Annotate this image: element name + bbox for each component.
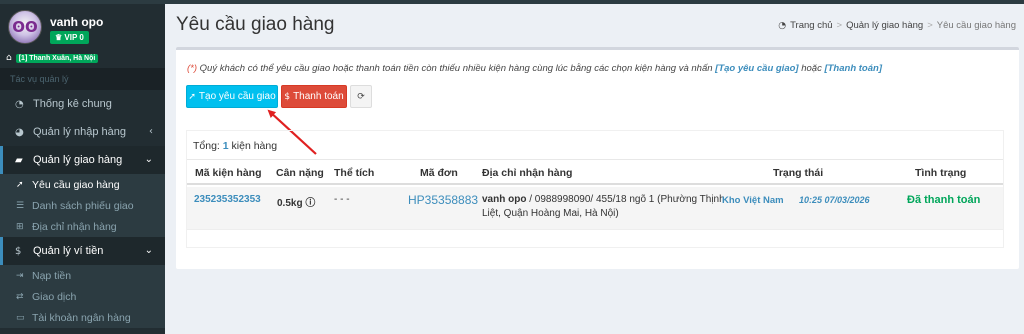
table-row: 235235352353 0.5kg ⓘ - - - HP35358883 va… — [187, 187, 1003, 229]
list-icon: ☰ — [16, 200, 25, 211]
breadcrumb-home[interactable]: Trang chủ — [790, 20, 832, 31]
user-panel: ʘʘ vanh opo ♛ VIP 0 ⌂ [1] Thanh Xuân, Hà… — [0, 4, 165, 66]
vip-badge: ♛ VIP 0 — [50, 31, 89, 44]
rocket-icon: ➚ — [188, 91, 196, 102]
payment-condition: Đã thanh toán — [907, 194, 981, 206]
sidebar-item-wallet[interactable]: $ Quản lý ví tiền ⌄ — [0, 237, 165, 265]
breadcrumb-separator: > — [927, 20, 933, 31]
page-title: Yêu cầu giao hàng — [176, 14, 335, 35]
chevron-down-icon: ⌄ — [144, 245, 153, 256]
sidebar-subitem-delivery-list[interactable]: ☰ Danh sách phiếu giao — [0, 195, 165, 216]
sidebar: ʘʘ vanh opo ♛ VIP 0 ⌂ [1] Thanh Xuân, Hà… — [0, 4, 165, 334]
wallet-submenu: ⇥ Nạp tiền ⇄ Giao dịch ▭ Tài khoản ngân … — [0, 265, 165, 328]
sidebar-subitem-label: Giao dịch — [32, 290, 77, 303]
dashboard-icon: ◔ — [15, 98, 24, 110]
total-label: Tổng: — [193, 140, 223, 152]
pay-button[interactable]: $ Thanh toán — [281, 85, 347, 108]
sidebar-item-label: Quản lý ví tiền — [33, 245, 104, 257]
sidebar-subitem-label: Địa chỉ nhận hàng — [32, 220, 117, 233]
sidebar-subitem-label: Yêu cầu giao hàng — [32, 178, 120, 191]
sidebar-item-dashboard[interactable]: ◔ Thống kê chung — [0, 90, 165, 118]
sidebar-subitem-transactions[interactable]: ⇄ Giao dịch — [0, 286, 165, 307]
dollar-icon: $ — [284, 91, 291, 102]
status-datetime: 10:25 07/03/2026 — [799, 195, 870, 205]
truck-icon: ▰ — [15, 154, 23, 166]
notice-star: (*) — [187, 63, 198, 74]
create-delivery-label: Tạo yêu cầu giao — [198, 91, 276, 102]
chevron-down-icon: ⌄ — [144, 154, 153, 165]
notice-link-pay: [Thanh toán] — [824, 63, 882, 74]
breadcrumb-current: Yêu cầu giao hàng — [936, 20, 1016, 31]
main-content: Yêu cầu giao hàng ◔ Trang chủ > Quản lý … — [165, 4, 1024, 334]
th-order-code: Mã đơn — [420, 167, 458, 179]
dashboard-icon: ◔ — [778, 20, 787, 31]
weight-text: 0.5kg — [277, 198, 303, 209]
order-code-link[interactable]: HP35358883 — [408, 193, 478, 207]
dollar-icon: $ — [15, 245, 22, 257]
pay-label: Thanh toán — [293, 91, 344, 102]
sidebar-subitem-topup[interactable]: ⇥ Nạp tiền — [0, 265, 165, 286]
rocket-icon: ➚ — [16, 179, 24, 190]
notice-link-create: [Tạo yêu cầu giao] — [715, 63, 799, 74]
sidebar-subitem-label: Tài khoản ngân hàng — [32, 311, 131, 324]
package-table-box: Tổng: 1 kiện hàng Mã kiện hàng Cân nặng … — [186, 130, 1004, 248]
sidebar-subitem-label: Nạp tiền — [32, 269, 72, 282]
address-cell: vanh opo / 0988998090/ 455/18 ngõ 1 (Phư… — [482, 193, 725, 221]
vip-label: VIP 0 — [64, 33, 84, 42]
delivery-submenu: ➚ Yêu cầu giao hàng ☰ Danh sách phiếu gi… — [0, 174, 165, 237]
trophy-icon: ♛ — [55, 33, 65, 42]
sign-in-icon: ⇥ — [16, 270, 24, 281]
package-code-link[interactable]: 235235352353 — [194, 194, 261, 205]
warehouse-status: Kho Việt Nam — [722, 195, 784, 206]
sitemap-icon: ⊞ — [16, 221, 24, 232]
total-unit: kiện hàng — [228, 140, 278, 152]
address-line1: / 0988998090/ 455/18 ngõ 1 (Phường Thịnh — [526, 194, 725, 205]
chevron-left-icon: ‹ — [149, 126, 153, 137]
refresh-button[interactable]: ⟳ — [350, 85, 372, 108]
location-row: ⌂ [1] Thanh Xuân, Hà Nội — [6, 53, 99, 63]
sidebar-subitem-bank[interactable]: ▭ Tài khoản ngân hàng — [0, 307, 165, 328]
notice-mid: hoặc — [798, 63, 825, 74]
avatar[interactable]: ʘʘ — [8, 10, 42, 44]
home-icon: ⌂ — [6, 53, 12, 63]
th-package-code: Mã kiện hàng — [195, 167, 262, 179]
pie-chart-icon: ◕ — [15, 126, 24, 138]
sidebar-item-imports[interactable]: ◕ Quản lý nhập hàng ‹ — [0, 118, 165, 146]
exchange-icon: ⇄ — [16, 291, 24, 302]
breadcrumb-parent[interactable]: Quản lý giao hàng — [846, 20, 923, 31]
delivery-box: (*) Quý khách có thể yêu cầu giao hoặc t… — [176, 47, 1019, 269]
sidebar-item-delivery[interactable]: ▰ Quản lý giao hàng ⌄ — [0, 146, 165, 174]
total-summary: Tổng: 1 kiện hàng — [193, 140, 277, 152]
th-condition: Tình trạng — [915, 167, 967, 179]
location-badge: [1] Thanh Xuân, Hà Nội — [15, 53, 99, 63]
sidebar-item-label: Thống kê chung — [33, 98, 112, 110]
create-delivery-button[interactable]: ➚ Tạo yêu cầu giao — [186, 85, 278, 108]
sidebar-item-label: Quản lý nhập hàng — [33, 126, 126, 138]
card-icon: ▭ — [16, 312, 25, 323]
weight-value: 0.5kg ⓘ — [277, 194, 315, 209]
th-status: Trạng thái — [773, 167, 824, 179]
sidebar-header: Tác vụ quản lý — [0, 68, 165, 90]
notice-body: Quý khách có thể yêu cầu giao hoặc thanh… — [197, 63, 716, 74]
notice-text: (*) Quý khách có thể yêu cầu giao hoặc t… — [187, 63, 882, 74]
user-name: vanh opo — [50, 15, 104, 29]
breadcrumb: ◔ Trang chủ > Quản lý giao hàng > Yêu cầ… — [778, 20, 1016, 31]
avatar-face-icon: ʘʘ — [12, 18, 38, 36]
breadcrumb-separator: > — [836, 20, 843, 31]
address-line2: Liệt, Quận Hoàng Mai, Hà Nội) — [482, 208, 619, 219]
table-divider — [187, 229, 1003, 230]
recipient-name: vanh opo — [482, 194, 527, 205]
info-icon[interactable]: ⓘ — [305, 198, 315, 209]
sidebar-subitem-label: Danh sách phiếu giao — [32, 199, 134, 212]
volume-value: - - - — [334, 194, 350, 205]
th-address: Địa chỉ nhận hàng — [482, 167, 573, 179]
sidebar-item-label: Quản lý giao hàng — [33, 154, 123, 166]
th-volume: Thể tích — [334, 167, 375, 179]
sidebar-subitem-address[interactable]: ⊞ Địa chỉ nhận hàng — [0, 216, 165, 237]
th-weight: Cân nặng — [276, 167, 324, 179]
sidebar-subitem-delivery-request[interactable]: ➚ Yêu cầu giao hàng — [0, 174, 165, 195]
table-header: Mã kiện hàng Cân nặng Thể tích Mã đơn Đị… — [187, 159, 1003, 185]
refresh-icon: ⟳ — [357, 91, 365, 102]
